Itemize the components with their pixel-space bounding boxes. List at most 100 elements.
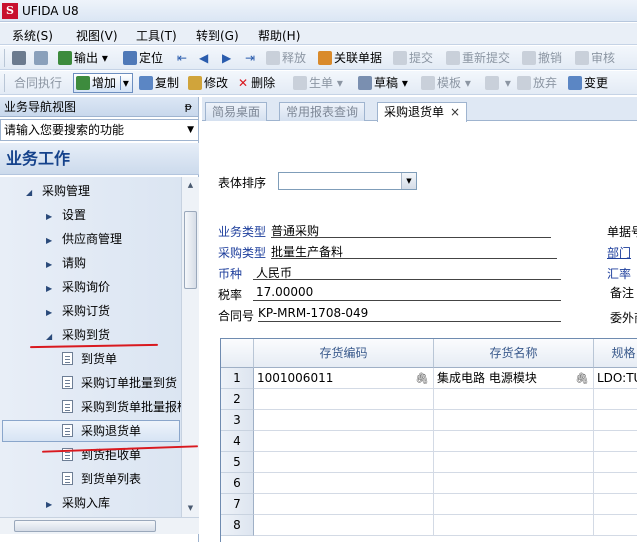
approve-button[interactable]: 审核 — [575, 50, 615, 66]
copy-button[interactable]: 复制 — [139, 75, 179, 91]
grid-cell-code[interactable] — [254, 452, 434, 473]
close-icon[interactable]: × — [450, 105, 460, 119]
currency-field[interactable]: 人民币 — [253, 264, 561, 280]
grid-cell-name[interactable] — [434, 389, 594, 410]
nav-search-input[interactable]: 请输入您要搜索的功能 ▼ — [0, 119, 199, 141]
link-icon — [318, 51, 332, 65]
grid-cell-code[interactable] — [254, 473, 434, 494]
grid-cell-spec[interactable] — [594, 452, 637, 473]
related-docs-button[interactable]: 关联单据 — [318, 50, 382, 66]
first-record-button[interactable]: ⇤ — [177, 50, 187, 66]
grid-cell-spec[interactable]: LDO:TU — [594, 368, 637, 389]
grid-cell-spec[interactable] — [594, 389, 637, 410]
grid-corner — [221, 339, 254, 368]
tree-node-requisition[interactable]: ▶ 请购 — [46, 252, 86, 274]
tree-node-batch-arrival[interactable]: 采购订单批量到货 — [62, 372, 177, 394]
resubmit-button[interactable]: 重新提交 — [446, 50, 510, 66]
grid-cell-name[interactable] — [434, 410, 594, 431]
collapsed-arrow-icon: ▶ — [46, 236, 53, 245]
last-record-button[interactable]: ⇥ — [245, 50, 255, 66]
grid-cell-name[interactable] — [434, 431, 594, 452]
grid-cell-name[interactable] — [434, 473, 594, 494]
column-header-spec[interactable]: 规格 — [594, 339, 637, 368]
discard-button[interactable]: 放弃 — [517, 75, 557, 91]
tab-simple-desktop[interactable]: 简易桌面 — [205, 102, 268, 121]
grid-cell-spec[interactable] — [594, 494, 637, 515]
scroll-up-icon[interactable]: ▲ — [184, 178, 197, 192]
tree-node-arrival-list[interactable]: 到货单列表 — [62, 468, 141, 490]
grid-cell-name[interactable] — [434, 515, 594, 536]
add-button[interactable]: 增加 ▾ — [76, 75, 129, 91]
menu-tools[interactable]: 工具(T) — [136, 27, 177, 44]
nav-horizontal-scrollbar[interactable] — [0, 517, 199, 534]
locate-button[interactable]: 定位 — [123, 50, 163, 66]
add-dropdown-icon[interactable]: ▾ — [119, 76, 129, 90]
grid-cell-code[interactable] — [254, 410, 434, 431]
menu-system[interactable]: 系统(S) — [12, 27, 53, 44]
column-header-inventory-name[interactable]: 存货名称 — [434, 339, 594, 368]
grid-cell-spec[interactable] — [594, 431, 637, 452]
grid-cell-code[interactable] — [254, 515, 434, 536]
submit-button[interactable]: 提交 — [393, 50, 433, 66]
business-type-field[interactable]: 普通采购 — [271, 222, 551, 238]
locate-icon — [123, 51, 137, 65]
release-button[interactable]: 释放 — [266, 50, 306, 66]
menu-view[interactable]: 视图(V) — [76, 27, 118, 44]
delete-button[interactable]: ✕ 删除 — [238, 75, 275, 91]
grid-cell-code[interactable] — [254, 494, 434, 515]
paperclip-icon[interactable]: 🖇 — [415, 368, 429, 388]
chevron-down-icon[interactable]: ▼ — [401, 173, 416, 189]
print-button[interactable] — [12, 50, 28, 66]
tab-common-reports[interactable]: 常用报表查询 — [279, 102, 366, 121]
tree-node-purchase-management[interactable]: ◢ 采购管理 — [26, 180, 90, 202]
grid-cell-spec[interactable] — [594, 410, 637, 431]
tree-node-inquiry[interactable]: ▶ 采购询价 — [46, 276, 110, 298]
grid-cell-spec[interactable] — [594, 473, 637, 494]
document-icon — [62, 400, 73, 413]
export-button[interactable]: 输出 ▾ — [58, 50, 108, 66]
change-button[interactable]: 变更 — [568, 75, 608, 91]
toolbar-grip — [4, 49, 5, 67]
template-button[interactable]: 模板 ▾ — [421, 75, 471, 91]
scroll-thumb[interactable] — [14, 520, 156, 532]
tree-node-arrival-note[interactable]: 到货单 — [62, 348, 117, 370]
menu-goto[interactable]: 转到(G) — [196, 27, 239, 44]
contract-execute-button[interactable]: 合同执行 — [14, 75, 62, 91]
undo-button[interactable]: 撤销 — [522, 50, 562, 66]
chevron-down-icon[interactable]: ▼ — [187, 120, 194, 140]
nav-section-title[interactable]: 业务工作 — [0, 143, 199, 175]
paperclip-icon[interactable]: 🖇 — [575, 368, 589, 388]
save-button[interactable]: ▾ — [485, 75, 511, 91]
tree-node-supplier-management[interactable]: ▶ 供应商管理 — [46, 228, 122, 250]
edit-button[interactable]: 修改 — [188, 75, 228, 91]
tree-node-batch-inspection[interactable]: 采购到货单批量报检 — [62, 396, 181, 418]
generate-button[interactable]: 生单 ▾ — [293, 75, 343, 91]
tree-node-purchase-arrival[interactable]: ◢ 采购到货 — [46, 324, 110, 346]
grid-cell-spec[interactable] — [594, 515, 637, 536]
menu-help[interactable]: 帮助(H) — [258, 27, 300, 44]
grid-cell-name[interactable]: 集成电路 电源模块 🖇 — [434, 368, 594, 389]
grid-cell-name[interactable] — [434, 494, 594, 515]
draft-button[interactable]: 草稿 ▾ — [358, 75, 408, 91]
tree-node-purchase-order[interactable]: ▶ 采购订货 — [46, 300, 110, 322]
prev-record-button[interactable]: ◀ — [199, 50, 208, 66]
grid-cell-code[interactable] — [254, 389, 434, 410]
column-header-inventory-code[interactable]: 存货编码 — [254, 339, 434, 368]
print-preview-button[interactable] — [34, 50, 50, 66]
nav-vertical-scrollbar[interactable]: ▲ ▼ — [181, 177, 199, 517]
tab-purchase-return[interactable]: 采购退货单 × — [377, 102, 468, 122]
tree-node-purchase-return[interactable]: 采购退货单 — [62, 420, 141, 442]
grid-cell-code[interactable]: 1001006011 🖇 — [254, 368, 434, 389]
grid-cell-code[interactable] — [254, 431, 434, 452]
next-record-button[interactable]: ▶ — [222, 50, 231, 66]
tax-rate-field[interactable]: 17.00000 — [253, 285, 561, 301]
tree-node-settings[interactable]: ▶ 设置 — [46, 204, 86, 226]
purchase-type-field[interactable]: 批量生产备料 — [271, 243, 557, 259]
contract-field[interactable]: KP-MRM-1708-049 — [258, 306, 561, 322]
pin-icon[interactable]: ᵽ — [185, 97, 192, 117]
scroll-thumb[interactable] — [184, 211, 197, 289]
scroll-down-icon[interactable]: ▼ — [184, 501, 197, 515]
grid-cell-name[interactable] — [434, 452, 594, 473]
tree-node-purchase-inbound[interactable]: ▶ 采购入库 — [46, 492, 110, 514]
sort-select[interactable]: ▼ — [278, 172, 417, 190]
